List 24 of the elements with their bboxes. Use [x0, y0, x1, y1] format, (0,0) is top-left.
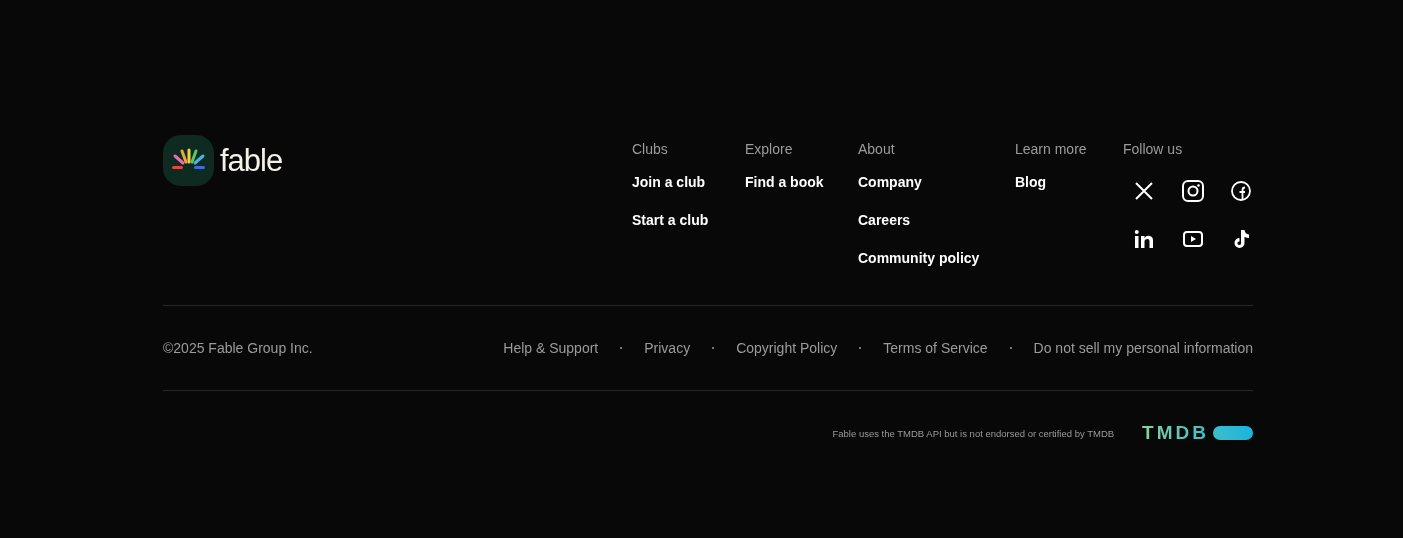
logo-icon — [163, 135, 214, 186]
column-heading: Learn more — [1015, 141, 1088, 157]
footer-link[interactable]: Do not sell my personal information — [1033, 340, 1253, 356]
footer-link[interactable]: Privacy — [644, 340, 691, 356]
footer-link[interactable]: Careers — [858, 212, 1015, 229]
copyright: ©2025 Fable Group Inc. — [163, 340, 313, 356]
footer-link[interactable]: Join a club — [632, 174, 745, 191]
footer-link[interactable]: Help & Support — [503, 340, 599, 356]
footer-link[interactable]: Terms of Service — [883, 340, 988, 356]
camera-icon[interactable] — [1180, 179, 1205, 203]
footer-link[interactable]: Start a club — [632, 212, 745, 229]
column-heading: Clubs — [632, 141, 669, 157]
column-heading: About — [858, 141, 896, 157]
footer-link[interactable]: Blog — [1015, 174, 1123, 191]
attribution-note: Fable uses the TMDB API but is not endorsed or certified by TMDB — [832, 427, 1115, 439]
brand-name[interactable]: fable — [220, 142, 283, 179]
column-heading: Explore — [745, 141, 794, 157]
in-icon[interactable] — [1132, 227, 1156, 251]
f-circle-icon[interactable] — [1229, 179, 1253, 203]
footer-link[interactable]: Find a book — [745, 174, 858, 191]
footer-link[interactable]: Community policy — [858, 250, 1015, 267]
footer-link[interactable]: Company — [858, 174, 1015, 191]
footer-link[interactable]: Copyright Policy — [736, 340, 838, 356]
column-heading: Follow us — [1123, 141, 1184, 157]
